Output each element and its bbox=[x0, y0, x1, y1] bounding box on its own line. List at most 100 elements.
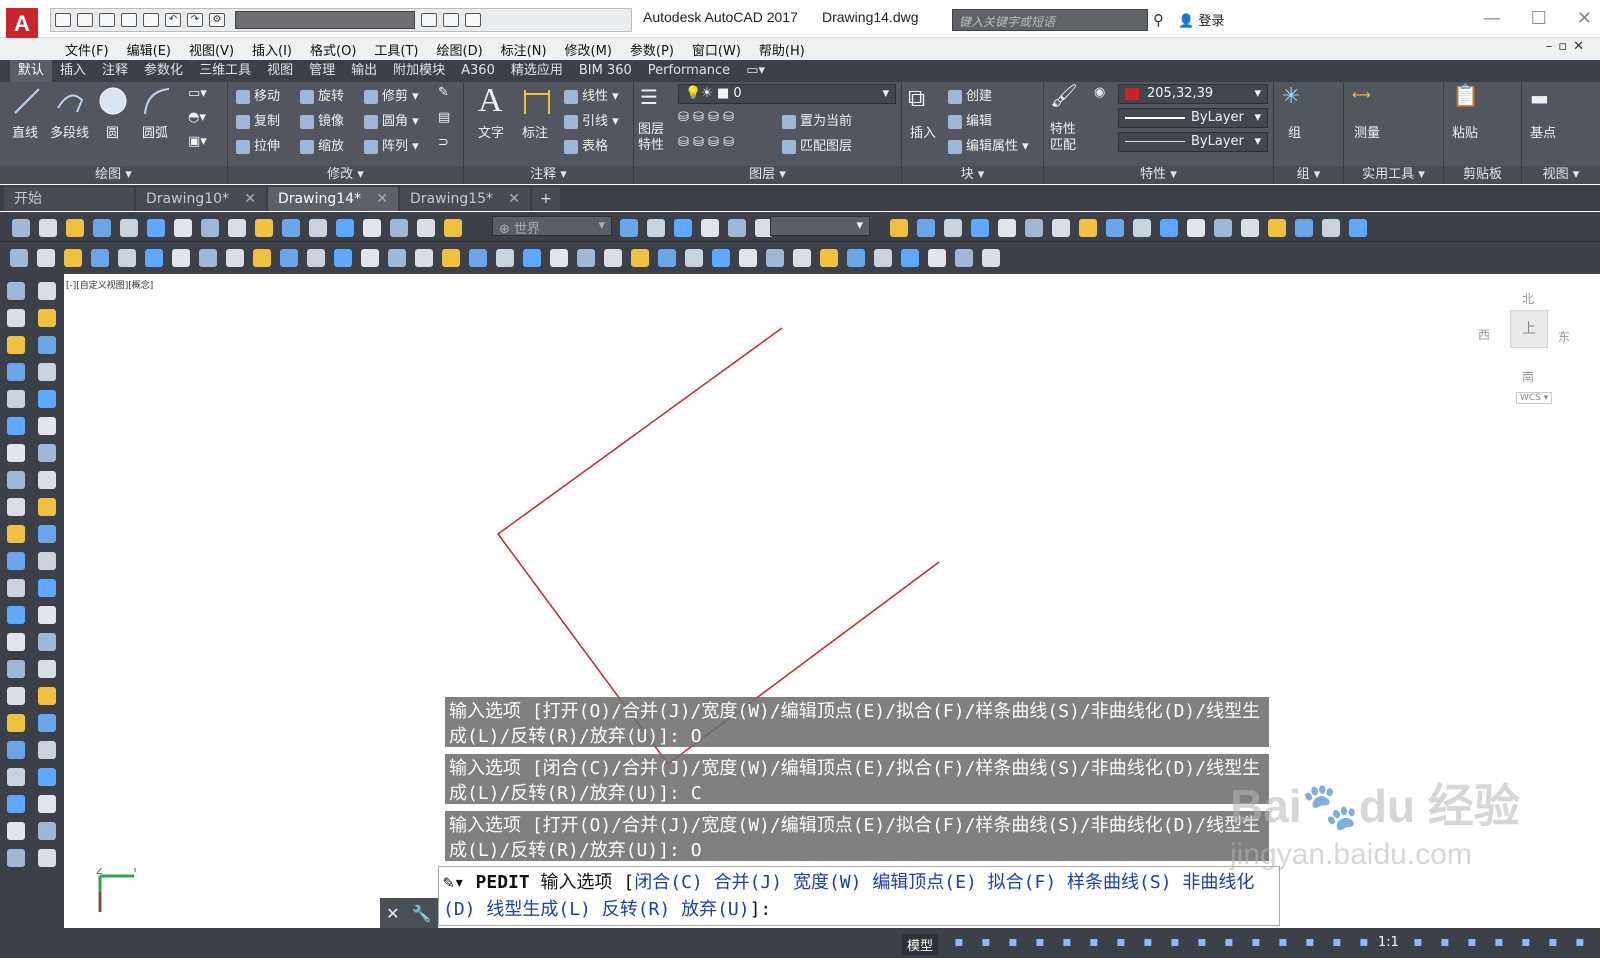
left-tool-1-170-icon[interactable] bbox=[38, 444, 56, 462]
toolbar2-tool-13-icon[interactable] bbox=[361, 249, 379, 267]
left-tool-1-116-icon[interactable] bbox=[38, 390, 56, 408]
toolbar2-tool-28-icon[interactable] bbox=[766, 249, 784, 267]
menu-draw[interactable]: 绘图(D) bbox=[428, 40, 492, 59]
new-tab-button[interactable]: + bbox=[532, 187, 560, 211]
clipboard-panel-title[interactable]: 剪贴板 bbox=[1444, 166, 1521, 184]
left-tool-1-359-icon[interactable] bbox=[38, 633, 56, 651]
toolbar1-tool-26-icon[interactable] bbox=[971, 219, 989, 237]
status-toggle-1490-icon[interactable]: ▪ bbox=[1490, 934, 1508, 952]
fillet-button[interactable]: 圆角 ▾ bbox=[364, 110, 419, 129]
toolbar1-tool-37-icon[interactable] bbox=[1268, 219, 1286, 237]
dimension-button[interactable]: 标注 bbox=[522, 122, 548, 141]
toolbar1-tool-7-icon[interactable] bbox=[201, 219, 219, 237]
left-tool-0-170-icon[interactable] bbox=[7, 444, 25, 462]
toolbar2-tool-5-icon[interactable] bbox=[145, 249, 163, 267]
left-tool-1-386-icon[interactable] bbox=[38, 660, 56, 678]
left-tool-1-467-icon[interactable] bbox=[38, 741, 56, 759]
toolbar2-tool-30-icon[interactable] bbox=[820, 249, 838, 267]
status-toggle-1004-icon[interactable]: ▪ bbox=[1004, 934, 1022, 952]
close-tab-icon[interactable]: ✕ bbox=[376, 187, 388, 211]
match-properties-icon[interactable]: 🖌 bbox=[1050, 84, 1078, 109]
toolbar1-tool-16-icon[interactable] bbox=[444, 219, 462, 237]
hatch-icon[interactable]: ◓▾ bbox=[188, 110, 206, 125]
status-toggle-1031-icon[interactable]: ▪ bbox=[1031, 934, 1049, 952]
status-toggle-1274-icon[interactable]: ▪ bbox=[1274, 934, 1292, 952]
left-tool-1-440-icon[interactable] bbox=[38, 714, 56, 732]
left-tool-1-197-icon[interactable] bbox=[38, 471, 56, 489]
group-icon[interactable]: ✳ bbox=[1282, 84, 1300, 109]
toolbar2-tool-26-icon[interactable] bbox=[712, 249, 730, 267]
left-tool-0-494-icon[interactable] bbox=[7, 768, 25, 786]
toolbar1-tool-4-icon[interactable] bbox=[120, 219, 138, 237]
tab-a360[interactable]: A360 bbox=[453, 60, 503, 82]
left-tool-1-35-icon[interactable] bbox=[38, 309, 56, 327]
toolbar1-tool-5-icon[interactable] bbox=[147, 219, 165, 237]
toolbar2-tool-19-icon[interactable] bbox=[523, 249, 541, 267]
toolbar1-tool-21-icon[interactable] bbox=[728, 219, 746, 237]
insert-block-icon[interactable]: ⧉ bbox=[908, 84, 925, 112]
toolbar1-tool-12-icon[interactable] bbox=[336, 219, 354, 237]
toolbar2-tool-4-icon[interactable] bbox=[118, 249, 136, 267]
new-icon[interactable] bbox=[55, 13, 71, 27]
toolbar2-tool-31-icon[interactable] bbox=[847, 249, 865, 267]
set-current-button[interactable]: 置为当前 bbox=[782, 110, 852, 129]
tab-featured-apps[interactable]: 精选应用 bbox=[503, 60, 571, 82]
tab-parametric[interactable]: 参数化 bbox=[136, 60, 191, 82]
toolbar1-tool-8-icon[interactable] bbox=[228, 219, 246, 237]
ribbon-options-icon[interactable]: ▭▾ bbox=[738, 60, 773, 82]
viewcube-face[interactable]: 上 bbox=[1510, 310, 1548, 348]
left-tool-1-251-icon[interactable] bbox=[38, 525, 56, 543]
circle-icon[interactable] bbox=[98, 86, 128, 116]
mirror-button[interactable]: 镜像 bbox=[300, 110, 344, 129]
viewcube[interactable]: 北 西 东 南 上 WCS ▾ bbox=[1478, 290, 1570, 420]
viewcube-east[interactable]: 东 bbox=[1558, 328, 1570, 345]
autocad-logo-button[interactable]: A bbox=[6, 8, 38, 40]
toolbar1-tool-23-icon[interactable] bbox=[890, 219, 908, 237]
left-tool-0-278-icon[interactable] bbox=[7, 552, 25, 570]
toolbar2-tool-0-icon[interactable] bbox=[10, 249, 28, 267]
annotation-panel-title[interactable]: 注释 ▾ bbox=[464, 166, 633, 184]
move-button[interactable]: 移动 bbox=[236, 85, 280, 104]
menu-window[interactable]: 窗口(W) bbox=[683, 40, 750, 59]
toolbar2-tool-16-icon[interactable] bbox=[442, 249, 460, 267]
close-icon[interactable]: ✕ bbox=[386, 904, 399, 923]
toolbar1-tool-31-icon[interactable] bbox=[1106, 219, 1124, 237]
menu-dimension[interactable]: 标注(N) bbox=[492, 40, 556, 59]
text-button[interactable]: 文字 bbox=[478, 122, 504, 141]
tab-insert[interactable]: 插入 bbox=[52, 60, 94, 82]
edit-block-button[interactable]: 编辑 bbox=[948, 110, 992, 129]
option-spline[interactable]: 样条曲线(S) bbox=[1067, 872, 1172, 893]
left-tool-1-62-icon[interactable] bbox=[38, 336, 56, 354]
paste-button[interactable]: 粘贴 bbox=[1452, 122, 1478, 141]
color-dropdown[interactable]: 205,32,39 ▾ bbox=[1118, 84, 1268, 104]
annotation-scale[interactable]: 1:1 bbox=[1378, 935, 1399, 950]
tab-annotate[interactable]: 注释 bbox=[94, 60, 136, 82]
binoculars-icon[interactable]: ⚲ bbox=[1153, 11, 1164, 29]
close-icon[interactable]: ✕ bbox=[1577, 8, 1592, 29]
explode-icon[interactable]: ▤ bbox=[438, 110, 450, 125]
visual-style-combo[interactable]: ▾ bbox=[770, 216, 870, 236]
toolbar2-tool-11-icon[interactable] bbox=[307, 249, 325, 267]
menu-help[interactable]: 帮助(H) bbox=[750, 40, 814, 59]
share-icon[interactable] bbox=[465, 13, 481, 27]
toolbar1-tool-15-icon[interactable] bbox=[417, 219, 435, 237]
option-reverse[interactable]: 反转(R) bbox=[602, 899, 671, 920]
copy-button[interactable]: 复制 bbox=[236, 110, 280, 129]
left-tool-0-386-icon[interactable] bbox=[7, 660, 25, 678]
left-tool-0-251-icon[interactable] bbox=[7, 525, 25, 543]
left-tool-0-440-icon[interactable] bbox=[7, 714, 25, 732]
layer-dropdown[interactable]: 💡☀ ■ 0 ▾ bbox=[678, 84, 896, 104]
viewcube-west[interactable]: 西 bbox=[1478, 326, 1490, 343]
left-tool-0-332-icon[interactable] bbox=[7, 606, 25, 624]
save-as-icon[interactable] bbox=[121, 13, 137, 27]
left-tool-0-62-icon[interactable] bbox=[7, 336, 25, 354]
viewcube-south[interactable]: 南 bbox=[1522, 368, 1534, 385]
left-tool-0-8-icon[interactable] bbox=[7, 282, 25, 300]
status-toggle-1058-icon[interactable]: ▪ bbox=[1058, 934, 1076, 952]
viewport-label[interactable]: [-][自定义视图][概念] bbox=[66, 278, 153, 291]
left-tool-1-89-icon[interactable] bbox=[38, 363, 56, 381]
ucs-combo[interactable]: ⊕ 世界 ▾ bbox=[492, 216, 612, 237]
status-toggle-1301-icon[interactable]: ▪ bbox=[1301, 934, 1319, 952]
toolbar1-tool-2-icon[interactable] bbox=[66, 219, 84, 237]
tab-3d-tools[interactable]: 三维工具 bbox=[191, 60, 259, 82]
